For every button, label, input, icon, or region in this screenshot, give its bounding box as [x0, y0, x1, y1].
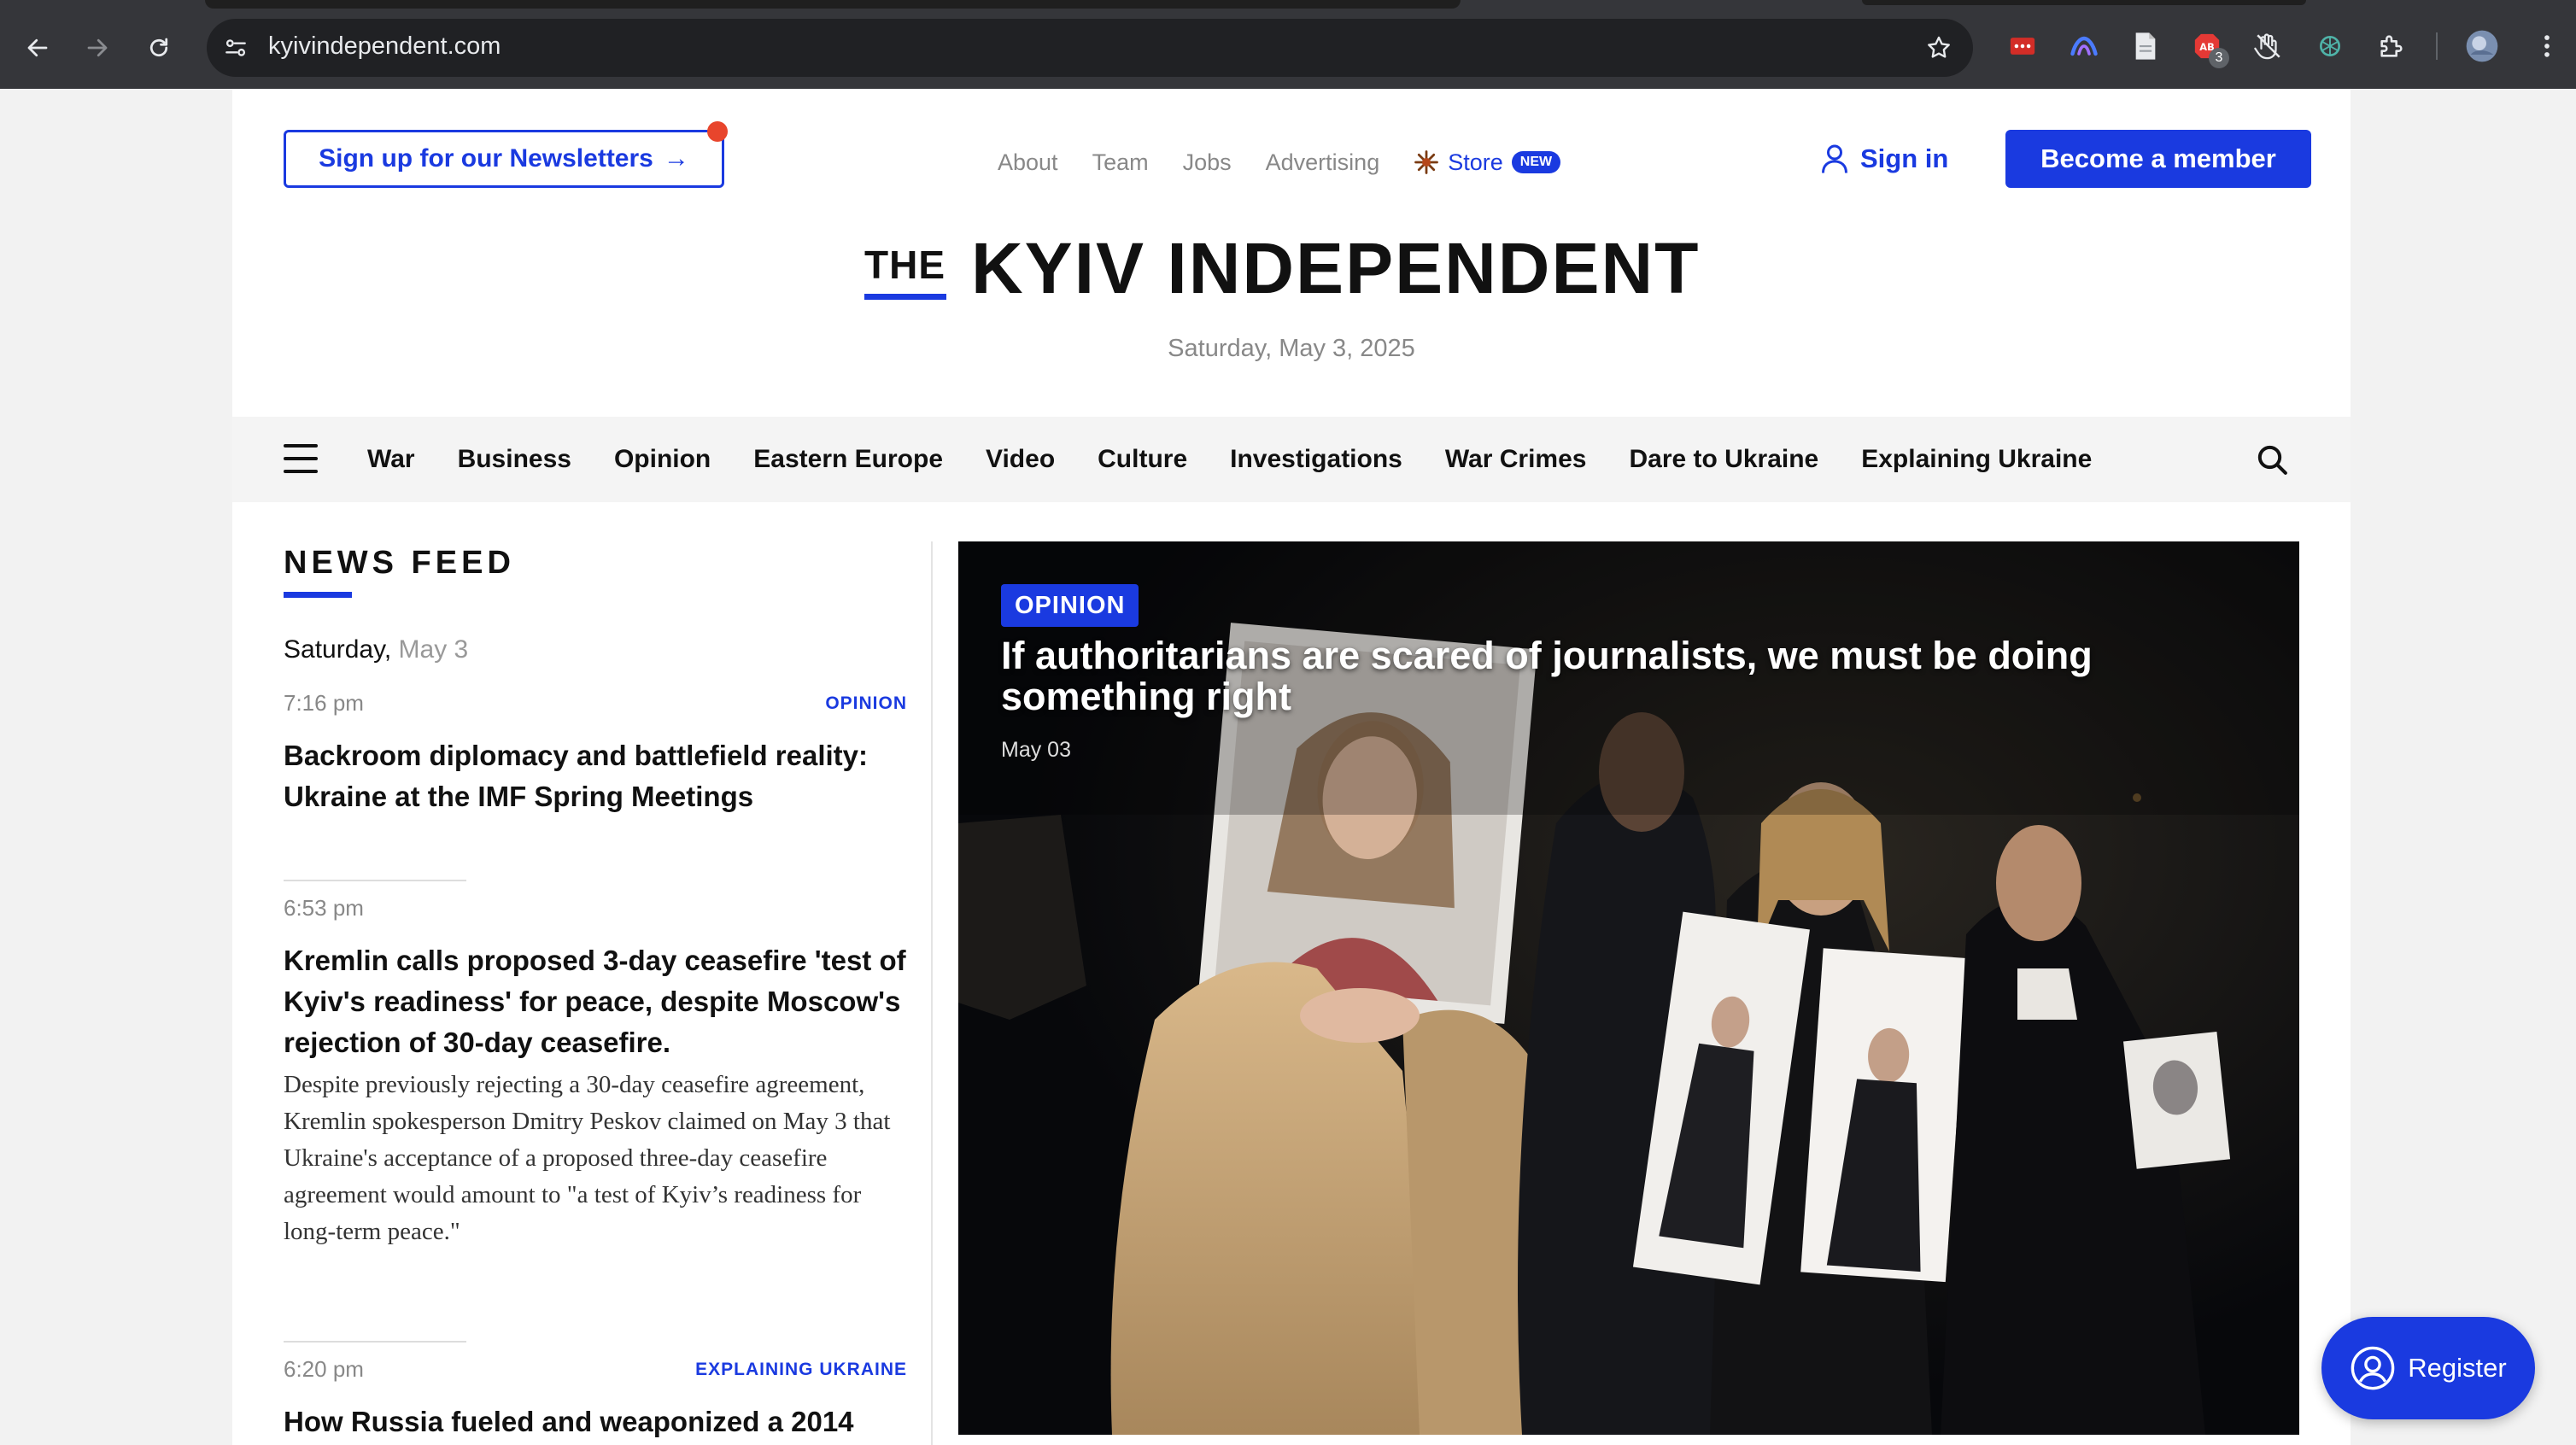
extension-document-icon[interactable]	[2128, 29, 2163, 63]
hero-date: May 03	[1001, 738, 1071, 762]
top-link-store[interactable]: Store NEW	[1414, 149, 1561, 176]
feed-divider	[284, 880, 466, 881]
extensions-puzzle-icon[interactable]	[2374, 29, 2409, 63]
main-nav: War Business Opinion Eastern Europe Vide…	[232, 417, 2351, 502]
profile-avatar[interactable]	[2465, 29, 2499, 63]
url-text[interactable]: kyivindependent.com	[268, 32, 501, 61]
store-label: Store	[1448, 149, 1503, 175]
feed-item-category[interactable]: OPINION	[825, 693, 907, 714]
nav-item-video[interactable]: Video	[986, 445, 1055, 474]
back-arrow-icon	[27, 38, 48, 57]
nav-item-investigations[interactable]: Investigations	[1230, 445, 1402, 474]
sign-in-link[interactable]: Sign in	[1821, 143, 1948, 174]
newsletter-signup-label: Sign up for our Newsletters	[319, 144, 653, 173]
nav-item-culture[interactable]: Culture	[1098, 445, 1187, 474]
top-link-advertising[interactable]: Advertising	[1266, 149, 1380, 176]
extension-openai-icon[interactable]	[2313, 29, 2347, 63]
feed-item-headline[interactable]: Kremlin calls proposed 3-day ceasefire '…	[284, 940, 907, 1063]
feed-item-headline[interactable]: How Russia fueled and weaponized a 2014	[284, 1401, 907, 1442]
hero-article[interactable]: OPINION If authoritarians are scared of …	[958, 541, 2299, 1435]
top-link-about[interactable]: About	[998, 149, 1058, 176]
browser-toolbar: kyivindependent.com AB 3	[0, 0, 2576, 89]
feed-item-headline[interactable]: Backroom diplomacy and battlefield reali…	[284, 735, 907, 817]
page-content: Sign up for our Newsletters → About Team…	[232, 89, 2351, 1445]
extension-hand-icon[interactable]	[2251, 29, 2286, 63]
feed-item-excerpt: Despite previously rejecting a 30-day ce…	[284, 1071, 891, 1245]
toolbar-separator	[2436, 32, 2438, 60]
sign-in-label: Sign in	[1860, 143, 1949, 173]
news-feed: NEWS FEED Saturday, May 3 7:16 pm OPINIO…	[284, 545, 907, 1437]
nav-item-explaining-ukraine[interactable]: Explaining Ukraine	[1861, 445, 2092, 474]
site-info-icon[interactable]	[222, 34, 249, 61]
feed-divider	[284, 1341, 466, 1343]
nav-item-war-crimes[interactable]: War Crimes	[1445, 445, 1587, 474]
nav-item-business[interactable]: Business	[458, 445, 571, 474]
title-underline	[284, 592, 352, 598]
become-member-button[interactable]: Become a member	[2005, 130, 2311, 188]
feed-item-time: 6:53 pm	[284, 895, 364, 921]
extension-lastpass-icon[interactable]	[2005, 29, 2040, 63]
back-button[interactable]	[15, 26, 60, 70]
forward-arrow-icon	[87, 38, 108, 57]
hero-headline[interactable]: If authoritarians are scared of journali…	[1001, 635, 2197, 717]
bookmark-star-icon[interactable]	[1925, 34, 1952, 61]
feed-item[interactable]: 6:53 pm Kremlin calls proposed 3-day cea…	[284, 895, 907, 1250]
extension-adblock-icon[interactable]: AB 3	[2190, 29, 2229, 68]
feed-item-time: 7:16 pm	[284, 690, 364, 716]
reload-button[interactable]	[137, 26, 181, 70]
search-icon[interactable]	[2255, 442, 2289, 477]
tab-strip	[1862, 0, 2306, 5]
user-icon	[1822, 144, 1847, 173]
feed-day-date: May 3	[398, 635, 469, 664]
feed-item[interactable]: 6:20 pm EXPLAINING UKRAINE How Russia fu…	[284, 1356, 907, 1442]
register-label: Register	[2408, 1353, 2507, 1383]
new-badge: NEW	[1511, 151, 1561, 173]
extension-arc-icon[interactable]	[2067, 29, 2101, 63]
extension-badge-count: 3	[2209, 48, 2229, 68]
nav-item-eastern-europe[interactable]: Eastern Europe	[753, 445, 943, 474]
account-circle-icon	[2351, 1346, 2395, 1390]
hero-category-badge[interactable]: OPINION	[1001, 584, 1139, 627]
current-date: Saturday, May 3, 2025	[1168, 335, 1415, 362]
site-header: Sign up for our Newsletters → About Team…	[232, 89, 2351, 417]
nav-item-dare-to-ukraine[interactable]: Dare to Ukraine	[1629, 445, 1818, 474]
active-tab-strip	[205, 0, 1461, 9]
logo-name: KYIV INDEPENDENT	[971, 227, 1701, 308]
feed-day-heading: Saturday, May 3	[284, 635, 907, 664]
top-links: About Team Jobs Advertising Store NEW	[998, 145, 1561, 179]
feed-item[interactable]: 7:16 pm OPINION Backroom diplomacy and b…	[284, 690, 907, 817]
reload-icon	[149, 38, 168, 57]
browser-menu-icon[interactable]	[2530, 29, 2564, 63]
feed-item-category[interactable]: EXPLAINING UKRAINE	[695, 1360, 907, 1380]
hamburger-menu-icon[interactable]	[284, 444, 318, 473]
arrow-right-icon: →	[663, 144, 689, 173]
store-sun-icon	[1414, 150, 1439, 174]
site-logo[interactable]: THE KYIV INDEPENDENT	[864, 225, 1718, 311]
register-button[interactable]: Register	[2321, 1317, 2535, 1419]
logo-the: THE	[864, 242, 946, 300]
news-feed-title: NEWS FEED	[284, 545, 515, 581]
notification-dot	[707, 121, 728, 142]
top-link-team[interactable]: Team	[1092, 149, 1149, 176]
newsletter-signup-button[interactable]: Sign up for our Newsletters →	[284, 130, 724, 188]
top-link-jobs[interactable]: Jobs	[1183, 149, 1232, 176]
nav-item-war[interactable]: War	[367, 445, 415, 474]
feed-day-label: Saturday,	[284, 635, 392, 664]
address-bar[interactable]: kyivindependent.com	[207, 19, 1973, 77]
column-divider	[931, 541, 933, 1445]
nav-item-opinion[interactable]: Opinion	[614, 445, 711, 474]
forward-button[interactable]	[75, 26, 120, 70]
